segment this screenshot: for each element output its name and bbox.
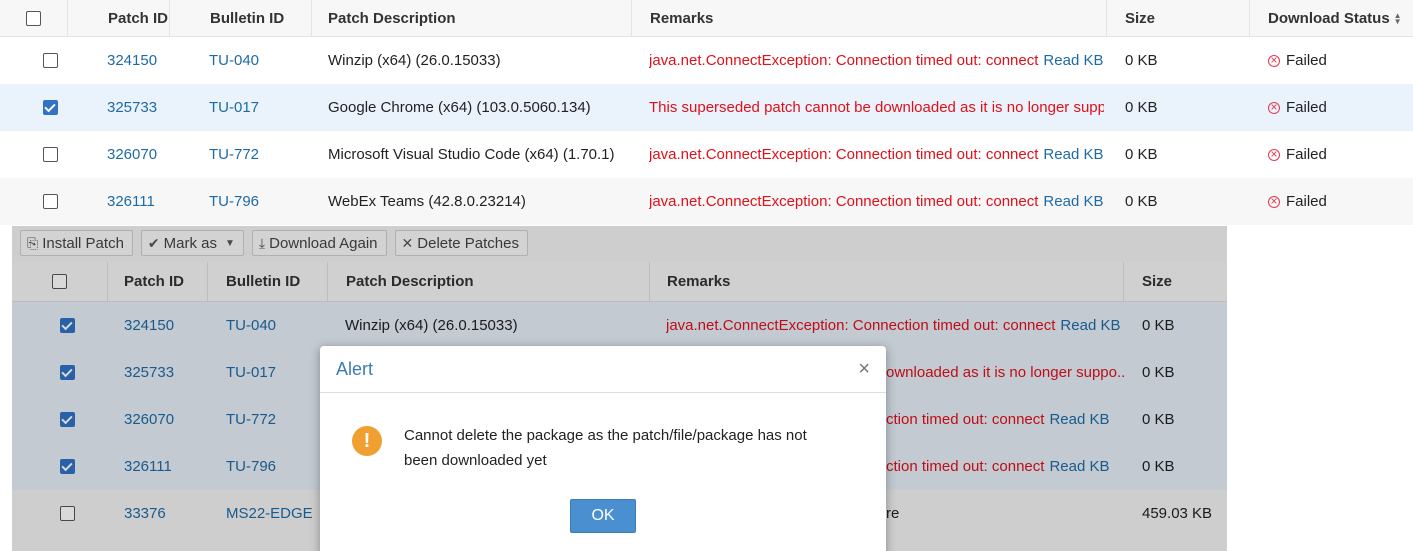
size-value: 0 KB (1125, 52, 1158, 69)
col-label: Patch ID (108, 10, 169, 27)
failed-icon: × (1268, 54, 1280, 67)
table-row[interactable]: 326070 TU-772 Microsoft Visual Studio Code… (0, 131, 1413, 178)
remarks-cell: This superseded patch cannot be download… (649, 84, 1104, 131)
size-value: 0 KB (1125, 146, 1158, 163)
bulletin-id-link[interactable]: TU-796 (209, 178, 319, 225)
remarks-cell: java.net.ConnectException: Connection ti… (649, 131, 1104, 178)
patch-id-link[interactable]: 326111 (107, 178, 207, 225)
remarks-cell: java.net.ConnectException: Connection ti… (649, 37, 1104, 84)
read-kb-link[interactable]: Read KB (1043, 146, 1103, 163)
row-select-cell (0, 178, 100, 225)
col-label: Remarks (650, 10, 714, 27)
remarks-cell: java.net.ConnectException: Connection ti… (649, 178, 1104, 225)
table-header: Patch ID Bulletin ID Patch Description R… (0, 0, 1413, 37)
col-description[interactable]: Patch Description (312, 0, 632, 37)
patch-description: Winzip (x64) (26.0.15033) (328, 52, 501, 69)
col-label: Download Status (1268, 10, 1390, 27)
ok-button[interactable]: OK (570, 499, 636, 533)
table-row[interactable]: 325733 TU-017 Google Chrome (x64) (103.0.5… (0, 84, 1413, 131)
dialog-title: Alert (336, 358, 374, 379)
patch-description: Microsoft Visual Studio Code (x64) (1.70… (328, 146, 615, 163)
bulletin-id-link[interactable]: TU-772 (209, 131, 319, 178)
row-checkbox[interactable] (42, 147, 58, 162)
read-kb-link[interactable]: Read KB (1043, 193, 1103, 210)
col-size[interactable]: Size (1107, 0, 1250, 37)
bulletin-id-link[interactable]: TU-040 (209, 37, 319, 84)
col-label: Size (1125, 10, 1156, 27)
remark-text: java.net.ConnectException: Connection ti… (649, 193, 1039, 210)
status-text: Failed (1286, 193, 1327, 210)
col-label: Patch Description (328, 10, 456, 27)
failed-icon: × (1268, 148, 1280, 161)
download-status: × Failed (1268, 37, 1408, 84)
remark-text: java.net.ConnectException: Connection ti… (649, 52, 1039, 69)
failed-icon: × (1268, 101, 1280, 114)
select-all-cell (0, 0, 68, 37)
table-row[interactable]: 324150 TU-040 Winzip (x64) (26.0.15033) jav… (0, 37, 1413, 84)
patch-id-link[interactable]: 326070 (107, 131, 207, 178)
size-value: 0 KB (1125, 193, 1158, 210)
select-all-checkbox[interactable] (26, 11, 41, 26)
status-text: Failed (1286, 52, 1327, 69)
dialog-message: Cannot delete the package as the patch/f… (404, 427, 807, 469)
bulletin-id-link[interactable]: TU-017 (209, 84, 319, 131)
patch-description: WebEx Teams (42.8.0.23214) (328, 193, 526, 210)
row-checkbox[interactable] (42, 53, 58, 68)
download-status: × Failed (1268, 84, 1408, 131)
col-download-status[interactable]: Download Status ▲ ▼ (1250, 0, 1413, 37)
patch-id-link[interactable]: 324150 (107, 37, 207, 84)
row-select-cell (0, 37, 100, 84)
table-row[interactable]: 326111 TU-796 WebEx Teams (42.8.0.23214) ja… (0, 178, 1413, 225)
patch-description: Google Chrome (x64) (103.0.5060.134) (328, 99, 591, 116)
download-status: × Failed (1268, 131, 1408, 178)
alert-dialog: Alert × ! Cannot delete the package as t… (320, 346, 886, 551)
sort-icon[interactable]: ▲ ▼ (1394, 11, 1402, 25)
col-patch-id[interactable]: Patch ID (68, 0, 170, 37)
row-checkbox[interactable] (42, 194, 58, 209)
close-icon[interactable]: × (858, 358, 870, 380)
remark-text: java.net.ConnectException: Connection ti… (649, 146, 1039, 163)
warning-icon: ! (352, 426, 382, 456)
download-status: × Failed (1268, 178, 1408, 225)
status-text: Failed (1286, 99, 1327, 116)
read-kb-link[interactable]: Read KB (1043, 52, 1103, 69)
row-select-cell (0, 84, 100, 131)
col-bulletin-id[interactable]: Bulletin ID (170, 0, 312, 37)
col-label: Bulletin ID (210, 10, 285, 27)
row-select-cell (0, 131, 100, 178)
size-value: 0 KB (1125, 99, 1158, 116)
patch-id-link[interactable]: 325733 (107, 84, 207, 131)
status-text: Failed (1286, 146, 1327, 163)
remark-text: This superseded patch cannot be download… (649, 99, 1104, 116)
failed-icon: × (1268, 195, 1280, 208)
dialog-header: Alert × (320, 346, 886, 393)
col-remarks[interactable]: Remarks (632, 0, 1107, 37)
row-checkbox[interactable] (42, 100, 58, 115)
